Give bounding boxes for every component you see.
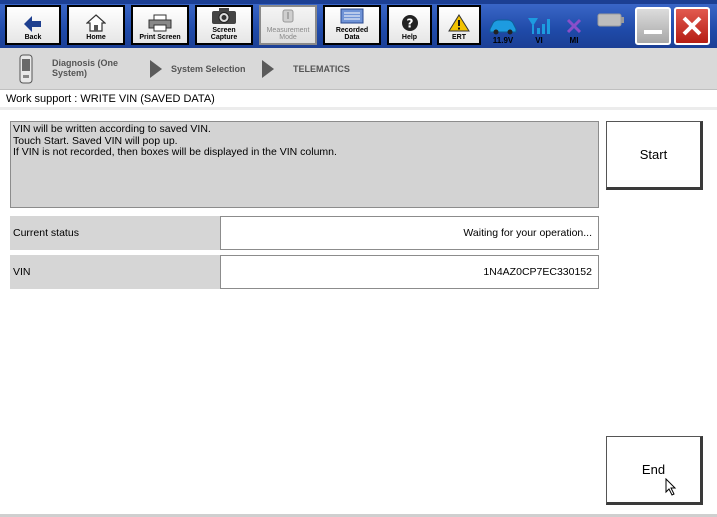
home-button[interactable]: Home	[67, 5, 125, 45]
breadcrumb-arrow-icon	[150, 60, 162, 78]
breadcrumb-arrow-icon	[262, 60, 274, 78]
toolbar: Back Home Print Screen Screen Capture Me…	[0, 4, 717, 48]
vehicle-battery-status: 11.9V	[486, 7, 520, 45]
home-label: Home	[86, 34, 106, 41]
screen-capture-button[interactable]: Screen Capture	[195, 5, 253, 45]
help-button[interactable]: ? Help	[387, 5, 432, 45]
title-divider	[0, 107, 717, 110]
help-label: Help	[401, 34, 418, 41]
print-screen-button[interactable]: Print Screen	[131, 5, 189, 45]
help-icon: ?	[401, 15, 418, 31]
mi-x-icon	[566, 18, 582, 34]
print-screen-label: Print Screen	[139, 34, 181, 41]
breadcrumb-step-diagnosis[interactable]: Diagnosis (One System)	[52, 58, 118, 78]
back-label: Back	[24, 34, 42, 41]
message-line: VIN will be written according to saved V…	[13, 123, 211, 135]
current-status-label: Current status	[10, 216, 221, 250]
page-title: Work support : WRITE VIN (SAVED DATA)	[6, 93, 215, 105]
app-window: Back Home Print Screen Screen Capture Me…	[0, 0, 717, 517]
car-icon	[489, 19, 517, 35]
mouse-cursor-icon	[665, 478, 677, 496]
recorded-data-label: Recorded Data	[335, 27, 369, 41]
camera-icon	[212, 8, 236, 24]
svg-text:?: ?	[406, 17, 413, 31]
end-button[interactable]: End	[606, 436, 703, 505]
recorded-data-icon	[340, 8, 364, 24]
measurement-mode-label: Measurement Mode	[266, 27, 310, 41]
breadcrumb: Diagnosis (One System) System Selection …	[0, 48, 717, 90]
instruction-message: VIN will be written according to saved V…	[10, 121, 599, 208]
battery-voltage: 11.9V	[492, 36, 514, 45]
ert-button[interactable]: ERT	[437, 5, 481, 45]
start-button[interactable]: Start	[606, 121, 703, 190]
printer-icon	[148, 14, 172, 32]
ert-label: ERT	[452, 34, 466, 41]
back-arrow-icon	[24, 16, 41, 32]
vi-label: VI	[535, 36, 543, 45]
mi-label: MI	[569, 36, 579, 45]
vin-label: VIN	[10, 255, 221, 289]
mi-status: MI	[557, 7, 591, 45]
close-icon	[682, 16, 702, 36]
battery-status	[594, 7, 628, 45]
back-button[interactable]: Back	[5, 5, 61, 45]
home-icon	[86, 14, 106, 32]
message-line: If VIN is not recorded, then boxes will …	[13, 146, 337, 158]
minimize-icon	[644, 30, 662, 34]
breadcrumb-step-system-selection[interactable]: System Selection	[171, 64, 246, 74]
minimize-button[interactable]	[635, 7, 671, 45]
measurement-icon	[282, 9, 294, 23]
vin-value: 1N4AZ0CP7EC330152	[220, 255, 599, 289]
current-status-value: Waiting for your operation...	[220, 216, 599, 250]
vi-status: VI	[522, 7, 556, 45]
close-button[interactable]	[674, 7, 710, 45]
recorded-data-button[interactable]: Recorded Data	[323, 5, 381, 45]
screen-capture-label: Screen Capture	[210, 27, 238, 41]
measurement-mode-button[interactable]: Measurement Mode	[259, 5, 317, 45]
vi-device-icon	[19, 54, 33, 84]
warning-icon	[448, 14, 470, 32]
signal-icon	[528, 18, 550, 34]
breadcrumb-step-telematics: TELEMATICS	[293, 64, 350, 74]
battery-icon	[597, 13, 624, 27]
